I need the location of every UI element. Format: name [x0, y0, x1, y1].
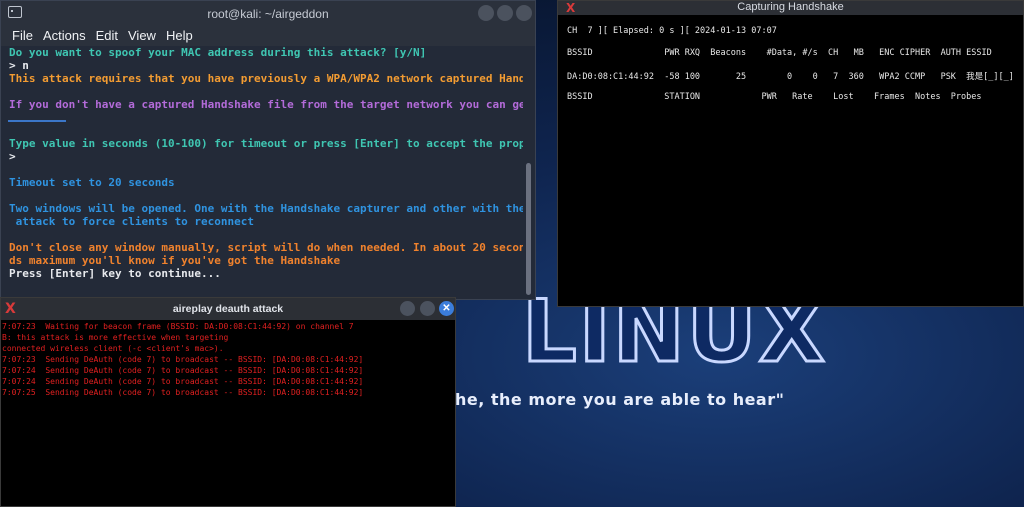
deauth-output: 7:07:23 Waiting for beacon frame (BSSID:…	[1, 320, 455, 399]
maximize-button[interactable]	[497, 5, 513, 21]
menu-file[interactable]: File	[12, 28, 33, 43]
terminal-line: attack to force clients to reconnect	[9, 215, 255, 228]
capture-title: Capturing Handshake	[737, 1, 844, 13]
close-button[interactable]	[516, 5, 532, 21]
terminal-line: > n	[9, 59, 29, 72]
menu-edit[interactable]: Edit	[96, 28, 118, 43]
deauth-attack-window[interactable]: X aireplay deauth attack ✕ 7:07:23 Waiti…	[0, 297, 456, 507]
terminal-line: >	[9, 150, 16, 163]
menu-view[interactable]: View	[128, 28, 156, 43]
deauth-line: 7:07:24 Sending DeAuth (code 7) to broad…	[2, 377, 364, 386]
deauth-titlebar[interactable]: X aireplay deauth attack ✕	[1, 298, 455, 320]
capture-line: BSSID STATION PWR Rate Lost Frames Notes…	[567, 92, 982, 102]
menu-bar: File Actions Edit View Help	[1, 25, 535, 46]
capture-handshake-window[interactable]: X Capturing Handshake CH 7 ][ Elapsed: 0…	[557, 0, 1024, 307]
deauth-line: connected wireless client (-c <client's …	[2, 344, 224, 353]
capture-line	[567, 37, 1023, 48]
capture-line	[567, 81, 1023, 92]
terminal-scrollbar[interactable]	[526, 163, 531, 295]
deauth-line: 7:07:25 Sending DeAuth (code 7) to broad…	[2, 388, 364, 397]
terminal-line: ds maximum you'll know if you've got the…	[9, 254, 341, 267]
terminal-line: Press [Enter] key to continue...	[9, 267, 221, 280]
terminal-line: Don't close any window manually, script …	[9, 241, 523, 254]
maximize-button[interactable]	[420, 301, 435, 316]
terminal-line: Timeout set to 20 seconds	[9, 176, 175, 189]
capture-line: DA:D0:08:C1:44:92 -58 100 25 0 0 7 360 W…	[567, 72, 1014, 82]
capture-line	[567, 15, 1023, 26]
terminal-line: This attack requires that you have previ…	[9, 72, 523, 85]
capture-output: CH 7 ][ Elapsed: 0 s ][ 2024-01-13 07:07…	[558, 15, 1023, 103]
main-terminal-window[interactable]: root@kali: ~/airgeddon File Actions Edit…	[0, 0, 536, 300]
text-underline	[8, 120, 66, 122]
wallpaper-quote: he, the more you are able to hear"	[455, 390, 785, 409]
capture-line: CH 7 ][ Elapsed: 0 s ][ 2024-01-13 07:07	[567, 26, 777, 36]
deauth-line: B: this attack is more effective when ta…	[2, 333, 229, 342]
close-button[interactable]: ✕	[439, 301, 454, 316]
menu-actions[interactable]: Actions	[43, 28, 86, 43]
minimize-button[interactable]	[400, 301, 415, 316]
menu-help[interactable]: Help	[166, 28, 193, 43]
deauth-title: aireplay deauth attack	[172, 303, 284, 315]
terminal-line: If you don't have a captured Handshake f…	[9, 98, 523, 111]
terminal-output[interactable]: Do you want to spoof your MAC address du…	[1, 46, 523, 301]
capture-line: BSSID PWR RXQ Beacons #Data, #/s CH MB E…	[567, 48, 992, 58]
deauth-line: 7:07:23 Waiting for beacon frame (BSSID:…	[2, 322, 354, 331]
minimize-button[interactable]	[478, 5, 494, 21]
terminal-line: Two windows will be opened. One with the…	[9, 202, 523, 215]
main-terminal-title: root@kali: ~/airgeddon	[207, 7, 329, 21]
terminal-line: Type value in seconds (10-100) for timeo…	[9, 137, 523, 150]
terminal-line: Do you want to spoof your MAC address du…	[9, 46, 427, 59]
capture-titlebar[interactable]: X Capturing Handshake	[558, 1, 1023, 15]
deauth-line: 7:07:23 Sending DeAuth (code 7) to broad…	[2, 355, 364, 364]
capture-line	[567, 59, 1023, 70]
deauth-line: 7:07:24 Sending DeAuth (code 7) to broad…	[2, 366, 364, 375]
main-terminal-titlebar[interactable]: root@kali: ~/airgeddon	[1, 1, 535, 25]
